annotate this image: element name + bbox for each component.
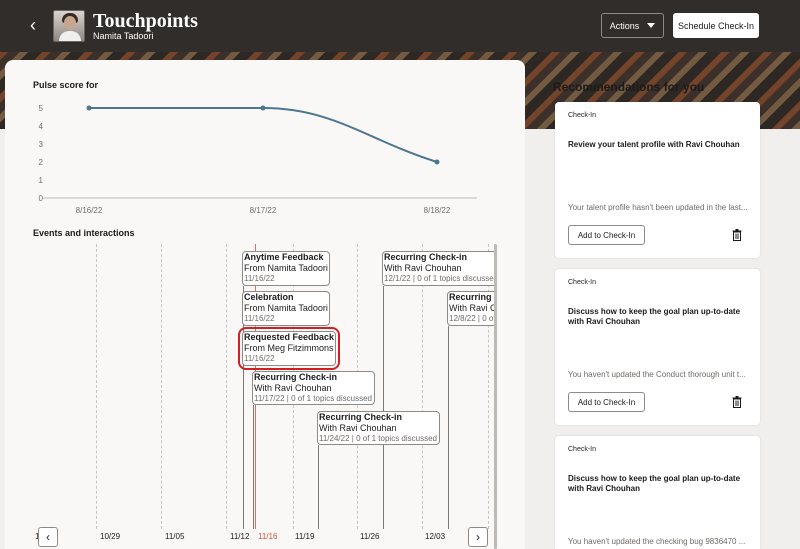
recommendation-heading: Discuss how to keep the goal plan up-to-… (568, 474, 741, 493)
schedule-check-in-button[interactable]: Schedule Check-In (673, 13, 759, 38)
chevron-down-icon (647, 23, 656, 28)
x-tick-label: 12/03 (425, 532, 446, 541)
y-tick-label: 0 (39, 194, 44, 203)
recommendation-card: Check-In Discuss how to keep the goal pl… (555, 436, 760, 549)
x-tick-label: 11/19 (295, 532, 315, 541)
recommendation-description: Your talent profile hasn't been updated … (568, 203, 748, 212)
event-card[interactable]: Recurring Check-in With Ravi Chouhan 12/… (382, 251, 495, 286)
gridline (422, 244, 423, 529)
x-tick-label: 11/12 (230, 532, 250, 541)
y-tick-label: 2 (39, 158, 44, 167)
gridline (488, 244, 489, 529)
y-tick-label: 5 (39, 104, 44, 113)
pulse-data-point (434, 159, 440, 165)
gridline (226, 244, 227, 529)
event-card-selected[interactable]: Requested Feedback From Meg Fitzimmons 1… (238, 327, 340, 370)
pulse-data-point (260, 105, 266, 111)
recommendations-title: Recommendations for you (553, 80, 705, 94)
gridline (96, 244, 97, 529)
y-tick-label: 4 (39, 122, 44, 131)
recommendation-heading: Review your talent profile with Ravi Cho… (568, 140, 740, 149)
chevron-left-icon: ‹ (46, 530, 50, 544)
x-tick-label: 11/26 (360, 532, 380, 541)
event-stem (383, 286, 384, 529)
event-stem (318, 445, 319, 529)
y-tick-label: 1 (39, 176, 44, 185)
avatar (53, 10, 85, 42)
add-to-check-in-button[interactable]: Add to Check-In (568, 225, 645, 245)
pulse-title: Pulse score for (33, 80, 99, 90)
actions-button[interactable]: Actions (601, 13, 664, 38)
event-card[interactable]: Recurring Check-in With Ravi Chouhan 11/… (252, 371, 375, 405)
pulse-data-point (86, 105, 92, 111)
recommendation-card: Check-In Review your talent profile with… (555, 102, 760, 258)
timeline-next-button[interactable]: › (468, 527, 488, 547)
pulse-chart: 0 1 2 3 4 5 8/16/22 8/17/22 8/18/22 (39, 104, 477, 215)
gridline (161, 244, 162, 529)
actions-label: Actions (609, 20, 640, 31)
pulse-series-line (89, 107, 438, 163)
recommendation-type: Check-In (568, 112, 597, 119)
recommendation-heading: Discuss how to keep the goal plan up-to-… (568, 307, 741, 326)
trash-icon[interactable] (732, 229, 742, 241)
event-stem (253, 405, 254, 529)
event-card[interactable]: Recurring Check-in With Ravi Chouhan 12/… (447, 291, 495, 326)
x-tick-label-today: 11/16 (258, 532, 278, 541)
page-header: ‹ Touchpoints Namita Tadoori Actions Sch… (0, 0, 800, 52)
recommendation-description: You haven't updated the checking bug 983… (568, 537, 746, 546)
page-subtitle: Namita Tadoori (93, 31, 154, 41)
events-title: Events and interactions (33, 228, 135, 238)
y-tick-label: 3 (39, 140, 44, 149)
recommendation-type: Check-In (568, 446, 597, 453)
x-tick-label: 8/17/22 (250, 206, 277, 215)
back-icon[interactable]: ‹ (30, 15, 36, 36)
recommendation-type: Check-In (568, 279, 597, 286)
recommendation-description: You haven't updated the Conduct thorough… (568, 370, 746, 379)
x-tick-label: 10/29 (100, 532, 121, 541)
chevron-right-icon: › (476, 530, 480, 544)
event-stem (448, 326, 449, 529)
x-tick-label: 11/05 (165, 532, 185, 541)
timeline-previous-button[interactable]: ‹ (38, 527, 58, 547)
event-card[interactable]: Anytime Feedback From Namita Tadoori 11/… (242, 251, 330, 286)
x-tick-label: 8/16/22 (76, 206, 103, 215)
event-card[interactable]: Celebration From Namita Tadoori 11/16/22 (242, 291, 330, 326)
page-title: Touchpoints (93, 10, 198, 32)
events-timeline[interactable]: Anytime Feedback From Namita Tadoori 11/… (33, 244, 495, 549)
event-card[interactable]: Recurring Check-in With Ravi Chouhan 11/… (317, 411, 440, 445)
recommendation-card: Check-In Discuss how to keep the goal pl… (555, 269, 760, 425)
x-tick-label: 8/18/22 (424, 206, 451, 215)
events-scrollbar[interactable] (494, 244, 497, 549)
add-to-check-in-button[interactable]: Add to Check-In (568, 392, 645, 412)
trash-icon[interactable] (732, 396, 742, 408)
